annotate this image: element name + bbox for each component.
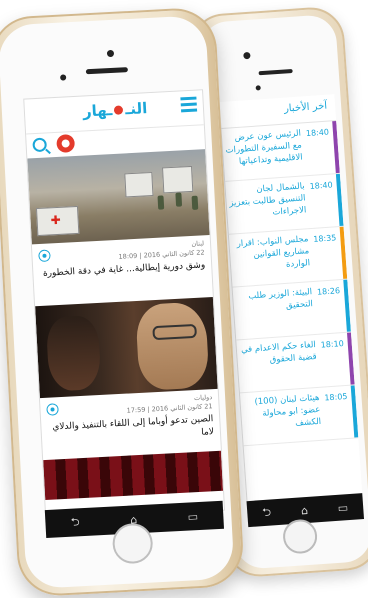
sensor-dot xyxy=(60,74,67,81)
news-photo-partial[interactable] xyxy=(43,450,224,501)
news-text[interactable]: مجلس النواب: اقرار مشاريع القوانين الوار… xyxy=(231,233,311,284)
soldier xyxy=(191,195,199,210)
nav-back-icon[interactable]: ⮌ xyxy=(70,513,80,532)
news-time: 18:10 xyxy=(320,339,345,350)
news-text[interactable]: الرئيس عون عرض مع السفيرة التطورات الاقل… xyxy=(224,128,304,179)
glasses xyxy=(152,323,197,341)
latest-news-row[interactable]: 18:40 الرئيس عون عرض مع السفيرة التطورات … xyxy=(221,121,340,182)
latest-news-screen: آخر الأخبار 18:40 الرئيس عون عرض مع السفي… xyxy=(218,94,363,502)
news-text[interactable]: هيئات لبنان (100) عضو: ابو محاولة الكشف xyxy=(242,392,322,443)
news-text[interactable]: الغاء حكم الاعدام في قضية الحقوق xyxy=(239,339,319,390)
armored-vehicle xyxy=(162,165,194,194)
latest-news-row[interactable]: 18:10 الغاء حكم الاعدام في قضية الحقوق xyxy=(236,332,355,394)
nav-back-icon[interactable]: ⮌ xyxy=(262,503,272,523)
home-button[interactable] xyxy=(281,518,319,555)
sensor-dot xyxy=(255,85,261,91)
category-color-bar xyxy=(343,279,351,332)
nav-recent-icon[interactable]: ▭ xyxy=(187,510,198,524)
latest-news-title: آخر الأخبار xyxy=(283,100,328,115)
nav-home-icon[interactable]: ⌂ xyxy=(301,503,309,516)
latest-news-row[interactable]: 18:05 هيئات لبنان (100) عضو: ابو محاولة ا… xyxy=(239,385,359,447)
logo-text-end: ـهار xyxy=(82,100,113,121)
news-photo-peacekeepers[interactable]: ✚ xyxy=(27,149,210,245)
news-app-screen: النــهار ✚ لبنان 22 كانون الثاني 2016 | … xyxy=(23,89,226,521)
nav-recent-icon[interactable]: ▭ xyxy=(337,501,348,515)
soldier xyxy=(175,192,183,207)
person-left xyxy=(45,315,102,392)
news-card[interactable]: دوليات 21 كانون الثاني 2016 | 17:59 الصي… xyxy=(40,389,221,460)
phone-front: النــهار ✚ لبنان 22 كانون الثاني 2016 | … xyxy=(0,6,246,598)
search-icon[interactable] xyxy=(32,137,48,153)
logo-dot-icon xyxy=(114,105,124,115)
armored-vehicle xyxy=(124,171,154,198)
news-text[interactable]: بالشمال لجان التنسيق طالبت بتعزيز الاجرا… xyxy=(227,180,307,231)
red-cross-icon: ✚ xyxy=(50,212,62,228)
live-icon[interactable] xyxy=(56,134,76,153)
logo-text-start: النـ xyxy=(124,99,148,119)
news-time: 18:35 xyxy=(313,233,337,244)
category-color-bar xyxy=(332,121,340,174)
person-right xyxy=(135,301,210,391)
news-card[interactable]: لبنان 22 كانون الثاني 2016 | 18:09 وشق د… xyxy=(32,235,213,306)
category-color-bar xyxy=(346,332,355,385)
phone-front-face: النــهار ✚ لبنان 22 كانون الثاني 2016 | … xyxy=(0,14,235,590)
app-logo: النـ ـهار xyxy=(83,99,148,120)
news-text[interactable]: البيئة: الوزير طلب التحقيق xyxy=(235,286,315,337)
news-time: 18:05 xyxy=(324,391,348,403)
latest-news-list: 18:40 الرئيس عون عرض مع السفيرة التطورات … xyxy=(221,121,359,447)
category-color-bar xyxy=(335,173,344,227)
news-photo-obama-dalai-lama[interactable] xyxy=(35,296,218,399)
front-camera xyxy=(243,51,251,60)
news-time: 18:40 xyxy=(309,180,333,192)
earpiece-speaker xyxy=(258,68,293,76)
category-color-bar xyxy=(350,385,359,438)
menu-icon[interactable] xyxy=(180,96,198,114)
news-time: 18:26 xyxy=(316,286,341,297)
soldier xyxy=(157,195,165,210)
latest-news-row[interactable]: 18:35 مجلس النواب: اقرار مشاريع القوانين … xyxy=(228,226,348,288)
category-color-bar xyxy=(339,226,348,279)
news-time: 18:40 xyxy=(305,127,330,139)
latest-news-row[interactable]: 18:40 بالشمال لجان التنسيق طالبت بتعزيز ا… xyxy=(225,173,344,235)
front-camera xyxy=(106,49,115,58)
earpiece-speaker xyxy=(85,67,128,75)
latest-news-row[interactable]: 18:26 البيئة: الوزير طلب التحقيق xyxy=(232,279,351,341)
